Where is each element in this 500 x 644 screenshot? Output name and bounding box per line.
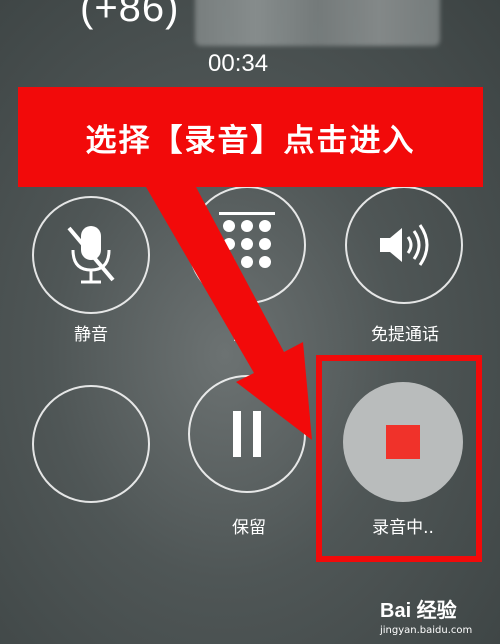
watermark-logo: Bai 经验: [380, 600, 457, 622]
watermark-url: jingyan.baidu.com: [380, 625, 473, 636]
watermark: Bai 经验 jingyan.baidu.com: [380, 594, 500, 644]
instruction-arrow: [146, 187, 312, 440]
